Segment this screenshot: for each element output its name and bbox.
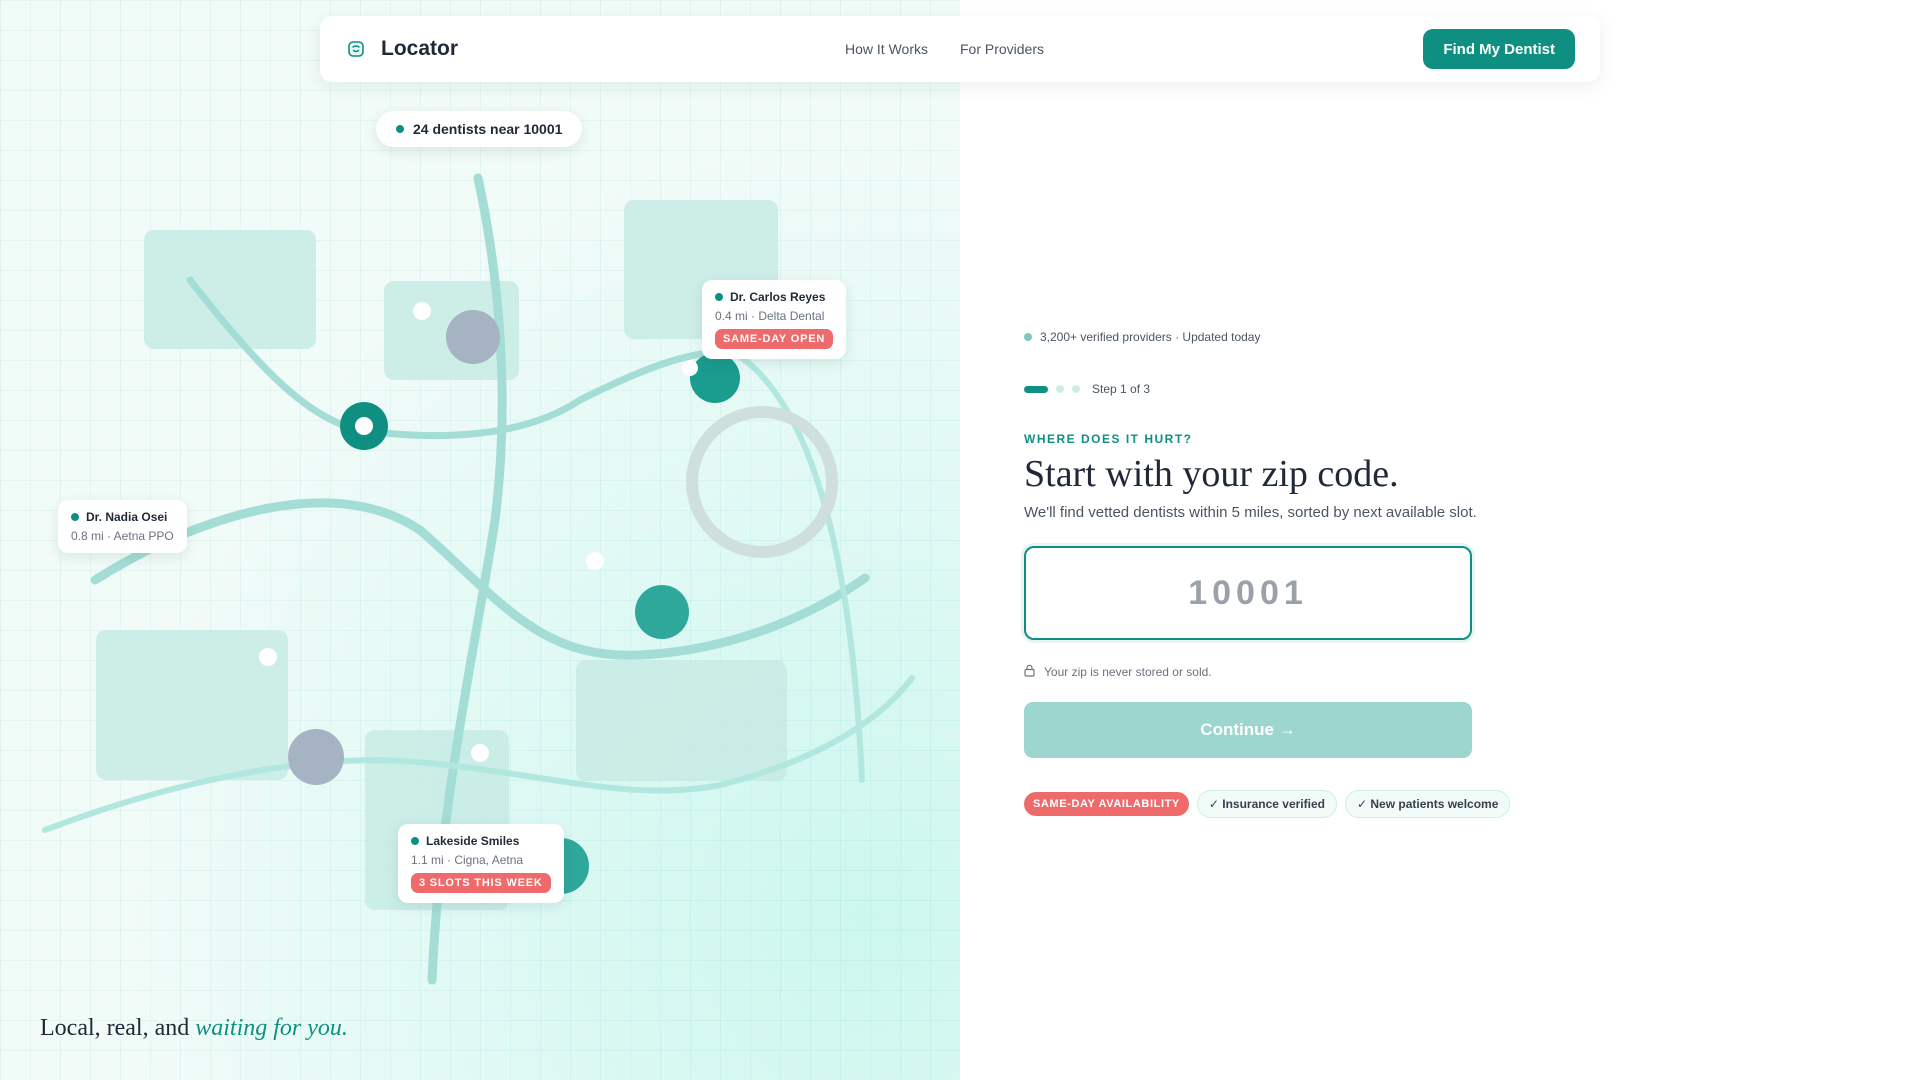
chip-same-day: SAME-DAY AVAILABILITY (1024, 792, 1189, 816)
privacy-note: Your zip is never stored or sold. (1024, 664, 1544, 680)
provider-card-title: Dr. Nadia Osei (71, 510, 174, 524)
map-marker (635, 585, 689, 639)
step-indicator: Step 1 of 3 (1024, 382, 1544, 396)
map-waypoint (471, 744, 489, 762)
privacy-text: Your zip is never stored or sold. (1044, 665, 1212, 679)
lock-icon (1024, 664, 1035, 680)
brand-logo[interactable]: Locator (345, 37, 458, 61)
provider-card-title: Lakeside Smiles (411, 834, 551, 848)
map-block (96, 630, 288, 780)
tagline-emphasis: waiting for you. (195, 1015, 348, 1041)
location-pin-icon (411, 837, 419, 845)
continue-button[interactable]: Continue → (1024, 702, 1472, 758)
provider-name: Lakeside Smiles (426, 834, 520, 848)
provider-detail: 0.4 mi · Delta Dental (715, 309, 825, 323)
dentist-count-pill: 24 dentists near 10001 (376, 111, 583, 147)
location-pin-icon (715, 293, 723, 301)
dentist-count-label: 24 dentists near 10001 (413, 121, 563, 137)
page-subtitle: We'll find vetted dentists within 5 mile… (1024, 504, 1477, 521)
feature-chips: SAME-DAY AVAILABILITY ✓ Insurance verifi… (1024, 790, 1544, 818)
main-nav: How It Works For Providers (845, 16, 1044, 82)
zip-code-input[interactable] (1024, 546, 1472, 640)
step-pending (1056, 385, 1064, 393)
find-my-dentist-button[interactable]: Find My Dentist (1423, 29, 1575, 69)
map-panel[interactable]: 24 dentists near 10001 Dr. Carlos Reyes … (0, 0, 960, 1080)
map-marker (690, 353, 740, 403)
provider-card-title: Dr. Carlos Reyes (715, 290, 833, 304)
tagline-plain: Local, real, and (40, 1015, 196, 1041)
form-eyebrow: WHERE DOES IT HURT? (1024, 432, 1193, 446)
search-radius-ring (686, 406, 838, 558)
provider-name: Dr. Nadia Osei (86, 510, 168, 524)
chip-new-patients: ✓ New patients welcome (1344, 790, 1511, 818)
step-label: Step 1 of 3 (1092, 382, 1151, 396)
top-nav-bar: Locator How It Works For Providers Find … (320, 16, 1600, 82)
page-title: Start with your zip code. (1024, 453, 1399, 495)
status-dot (1024, 333, 1032, 341)
availability-badge: 3 SLOTS THIS WEEK (411, 873, 551, 893)
provider-card-nadia-osei[interactable]: Dr. Nadia Osei 0.8 mi · Aetna PPO (58, 500, 187, 553)
map-marker (446, 310, 500, 364)
provider-card-lakeside-smiles[interactable]: Lakeside Smiles 1.1 mi · Cigna, Aetna 3 … (398, 824, 564, 903)
map-marker (355, 417, 373, 435)
chip-insurance-verified: ✓ Insurance verified (1196, 790, 1337, 818)
tooth-icon (345, 38, 367, 60)
provider-meta: 3,200+ verified providers · Updated toda… (1024, 330, 1544, 344)
provider-detail: 0.8 mi · Aetna PPO (71, 529, 174, 543)
map-waypoint (586, 552, 604, 570)
provider-detail: 1.1 mi · Cigna, Aetna (411, 853, 524, 867)
step-current (1024, 385, 1048, 393)
map-marker (561, 838, 589, 894)
tagline: Local, real, and waiting for you. (40, 1015, 348, 1042)
zip-search-form: 3,200+ verified providers · Updated toda… (1024, 330, 1544, 818)
nav-link-for-providers[interactable]: For Providers (960, 41, 1044, 57)
map-marker (288, 729, 344, 785)
map-block (576, 660, 787, 781)
map-waypoint (413, 302, 431, 320)
provider-meta-text: 3,200+ verified providers · Updated toda… (1040, 330, 1261, 344)
step-pending (1072, 385, 1080, 393)
brand-name: Locator (381, 37, 459, 60)
provider-card-carlos-reyes[interactable]: Dr. Carlos Reyes 0.4 mi · Delta Dental S… (702, 280, 847, 359)
availability-badge: SAME-DAY OPEN (715, 329, 834, 349)
map-waypoint (259, 648, 277, 666)
nav-link-how-it-works[interactable]: How It Works (845, 41, 928, 57)
map-waypoint (682, 360, 698, 376)
provider-name: Dr. Carlos Reyes (730, 290, 826, 304)
location-pin-icon (71, 513, 79, 521)
status-dot (396, 125, 404, 133)
